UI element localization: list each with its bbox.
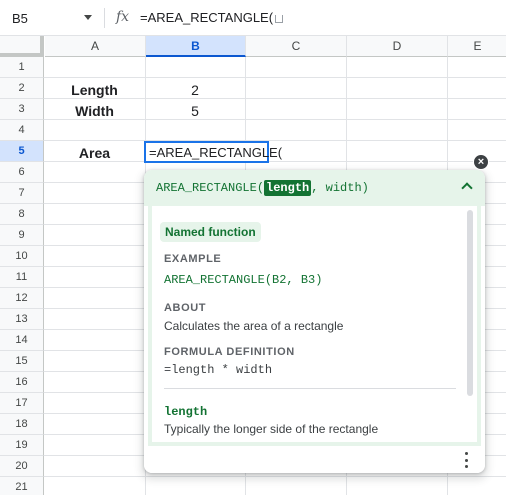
row-header-1[interactable]: 1 [0,57,44,78]
formula-text: =AREA_RECTANGLE( [140,10,274,25]
row-gridline [44,476,506,477]
column-header-d[interactable]: D [347,36,448,57]
row-header-11[interactable]: 11 [0,267,44,288]
popup-divider [164,388,456,389]
row-header-19[interactable]: 19 [0,435,44,456]
row-header-20[interactable]: 20 [0,456,44,477]
row-header-9[interactable]: 9 [0,225,44,246]
popup-body: Named function EXAMPLE AREA_RECTANGLE(B2… [148,206,481,446]
row-header-4[interactable]: 4 [0,120,44,141]
cell-a5[interactable]: Area [45,142,144,163]
name-box-value: B5 [12,10,28,26]
row-header-21[interactable]: 21 [0,477,44,495]
popup-active-argument: length [264,180,312,196]
popup-remaining-arguments: , width) [311,181,369,195]
popup-header[interactable]: AREA_RECTANGLE(length, width) [144,170,485,206]
example-heading: EXAMPLE [164,253,222,265]
row-header-2[interactable]: 2 [0,78,44,99]
about-text: Calculates the area of a rectangle [164,319,344,333]
row-header-7[interactable]: 7 [0,183,44,204]
example-text: AREA_RECTANGLE(B2, B3) [164,273,323,287]
column-header-b[interactable]: B [146,36,246,57]
definition-heading: FORMULA DEFINITION [164,346,295,358]
about-heading: ABOUT [164,302,207,314]
popup-function-name: AREA_RECTANGLE( [156,181,265,195]
popup-footer [144,446,485,473]
cell-b3[interactable]: 5 [145,100,245,121]
select-all-corner[interactable] [0,36,44,57]
active-cell-text: =AREA_RECTANGLE( [149,144,283,160]
argument-name: length [164,405,208,419]
row-gridline [44,77,506,78]
chevron-down-icon[interactable] [84,15,92,20]
close-icon[interactable]: × [473,154,489,170]
row-header-12[interactable]: 12 [0,288,44,309]
row-header-5[interactable]: 5 [0,141,44,162]
row-header-16[interactable]: 16 [0,372,44,393]
popup-scrollbar[interactable] [467,210,473,396]
cell-a3[interactable]: Width [45,100,144,121]
argument-description: Typically the longer side of the rectang… [164,422,379,436]
formula-input[interactable]: =AREA_RECTANGLE( [140,10,284,25]
formula-bar-divider [104,8,105,28]
row-header-10[interactable]: 10 [0,246,44,267]
name-box[interactable]: B5 [0,0,104,36]
formula-help-popup: AREA_RECTANGLE(length, width) Named func… [144,170,485,473]
row-header-8[interactable]: 8 [0,204,44,225]
row-header-15[interactable]: 15 [0,351,44,372]
fx-icon: fx [116,9,130,25]
row-header-13[interactable]: 13 [0,309,44,330]
row-gridline [44,140,506,141]
formula-bar: B5 fx =AREA_RECTANGLE( [0,0,506,36]
cell-a2[interactable]: Length [45,79,144,100]
more-vert-icon[interactable] [465,452,469,468]
row-header-17[interactable]: 17 [0,393,44,414]
chevron-up-icon[interactable] [461,182,473,194]
active-cell-editor[interactable]: =AREA_RECTANGLE( [144,141,282,163]
cell-b2[interactable]: 2 [145,79,245,100]
named-function-badge: Named function [160,222,261,242]
row-header-18[interactable]: 18 [0,414,44,435]
column-header-c[interactable]: C [246,36,347,57]
row-header-14[interactable]: 14 [0,330,44,351]
column-header-e[interactable]: E [448,36,506,57]
definition-text: =length * width [164,363,273,377]
row-header-3[interactable]: 3 [0,99,44,120]
argument-placeholder-icon [275,15,284,23]
column-header-a[interactable]: A [45,36,146,57]
row-header-6[interactable]: 6 [0,162,44,183]
